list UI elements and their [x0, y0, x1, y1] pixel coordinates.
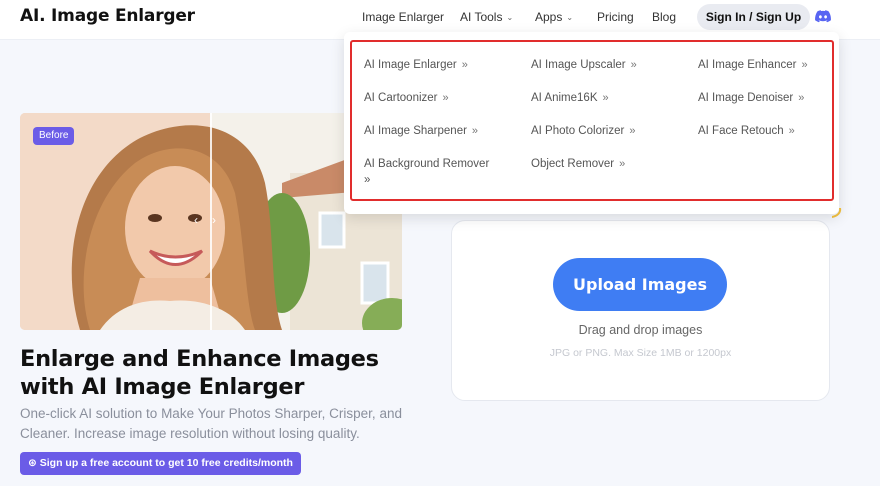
double-chevron-right-icon: » [788, 125, 795, 137]
double-chevron-right-icon: » [630, 59, 637, 71]
drag-drop-hint: Drag and drop images [578, 323, 703, 337]
nav-blog[interactable]: Blog [652, 10, 676, 24]
chevron-down-icon: ⌄ [506, 13, 514, 22]
dropdown-item-ai-image-sharpener[interactable]: AI Image Sharpener» [364, 125, 478, 137]
nav-image-enlarger[interactable]: Image Enlarger [362, 10, 444, 24]
dropdown-item-ai-face-retouch[interactable]: AI Face Retouch» [698, 125, 795, 137]
dropdown-item-ai-image-enhancer[interactable]: AI Image Enhancer» [698, 59, 808, 71]
double-chevron-right-icon: » [798, 92, 805, 104]
page-title: Enlarge and Enhance Images with AI Image… [20, 346, 379, 400]
dropdown-item-ai-image-denoiser[interactable]: AI Image Denoiser» [698, 92, 804, 104]
discord-icon[interactable] [815, 10, 831, 23]
double-chevron-right-icon: » [602, 92, 609, 104]
dropdown-item-ai-photo-colorizer[interactable]: AI Photo Colorizer» [531, 125, 635, 137]
double-chevron-right-icon: » [629, 125, 636, 137]
double-chevron-right-icon: » [364, 174, 371, 186]
double-chevron-right-icon: » [461, 59, 468, 71]
site-logo[interactable]: AI. Image Enlarger [20, 6, 195, 26]
page-subtitle: One-click AI solution to Make Your Photo… [20, 406, 402, 441]
dropdown-item-ai-image-enlarger[interactable]: AI Image Enlarger» [364, 59, 468, 71]
double-chevron-right-icon: » [442, 92, 449, 104]
chevron-down-icon: ⌄ [566, 13, 574, 22]
nav-pricing[interactable]: Pricing [597, 10, 634, 24]
dropdown-item-ai-background-remover[interactable]: AI Background Remover [364, 158, 489, 170]
double-chevron-right-icon: » [619, 158, 626, 170]
badge-icon: ⊛ [28, 457, 37, 469]
nav-ai-tools[interactable]: AI Tools ⌄ [460, 10, 513, 24]
dropdown-item-object-remover[interactable]: Object Remover» [531, 158, 625, 170]
upload-images-button[interactable]: Upload Images [553, 258, 727, 311]
nav-apps[interactable]: Apps ⌄ [535, 10, 573, 24]
double-chevron-right-icon: » [801, 59, 808, 71]
sign-in-button[interactable]: Sign In / Sign Up [697, 4, 810, 30]
dropdown-item-ai-anime16k[interactable]: AI Anime16K» [531, 92, 609, 104]
before-badge: Before [33, 127, 75, 145]
slider-handle-icon[interactable]: ‹› [194, 213, 230, 227]
dropdown-item-ai-image-upscaler[interactable]: AI Image Upscaler» [531, 59, 637, 71]
dropdown-item-ai-cartoonizer[interactable]: AI Cartoonizer» [364, 92, 449, 104]
double-chevron-right-icon: » [471, 125, 479, 137]
file-limit-hint: JPG or PNG. Max Size 1MB or 1200px [549, 347, 732, 359]
free-credits-signup-button[interactable]: ⊛ Sign up a free account to get 10 free … [20, 452, 301, 475]
